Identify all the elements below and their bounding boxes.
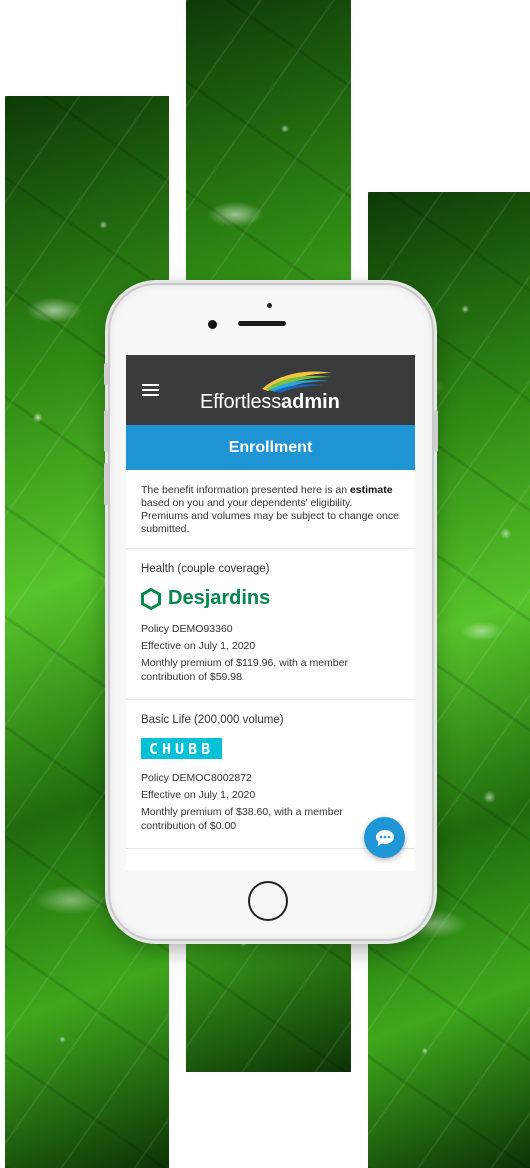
policy-number: Policy DEMO93360 xyxy=(141,623,233,635)
chat-bubble-icon xyxy=(375,829,394,846)
page-title: Enrollment xyxy=(228,438,313,456)
plan-card-health[interactable]: Health (couple coverage) Desjardins Poli… xyxy=(126,549,415,700)
logo-swoosh-icon xyxy=(262,371,332,393)
volume-down-button xyxy=(104,463,108,505)
desjardins-hexagon-icon xyxy=(141,587,161,610)
chat-button[interactable] xyxy=(364,817,405,858)
logo-text-light: Effortless xyxy=(200,391,281,413)
page-title-bar: Enrollment xyxy=(126,425,415,470)
plan-title: Basic Life (200,000 volume) xyxy=(141,714,284,726)
effortless-admin-logo: Effortlessadmin xyxy=(200,365,370,417)
logo-text-bold: admin xyxy=(281,391,340,413)
chubb-logo: CHUBB xyxy=(141,738,223,759)
plan-title: Health (couple coverage) xyxy=(141,563,270,575)
notice-prefix: The benefit information presented here i… xyxy=(141,484,350,496)
proximity-sensor xyxy=(267,303,272,308)
hamburger-menu-icon[interactable] xyxy=(142,384,159,396)
power-button xyxy=(434,410,438,452)
front-camera xyxy=(208,320,217,329)
insurer-name: Desjardins xyxy=(168,587,271,609)
policy-number: Policy DEMOC8002872 xyxy=(141,772,252,784)
notice-suffix: based on you and your dependents' eligib… xyxy=(141,497,399,535)
desjardins-logo: Desjardins xyxy=(141,587,400,610)
volume-up-button xyxy=(104,410,108,452)
home-button[interactable] xyxy=(248,881,288,921)
notice-emphasis: estimate xyxy=(349,484,393,496)
app-header: Effortlessadmin xyxy=(126,355,415,425)
earpiece-speaker xyxy=(238,321,286,326)
effective-date: Effective on July 1, 2020 xyxy=(141,640,256,652)
mute-switch xyxy=(104,363,108,385)
effective-date: Effective on July 1, 2020 xyxy=(141,789,256,801)
phone-mockup: Effortlessadmin Enrollment The benefit i… xyxy=(104,283,438,941)
estimate-notice: The benefit information presented here i… xyxy=(126,470,415,549)
premium-details: Monthly premium of $38.60, with a member… xyxy=(141,806,343,832)
phone-screen: Effortlessadmin Enrollment The benefit i… xyxy=(126,355,415,871)
insurer-name: CHUBB xyxy=(149,739,215,758)
premium-details: Monthly premium of $119.96, with a membe… xyxy=(141,657,348,683)
